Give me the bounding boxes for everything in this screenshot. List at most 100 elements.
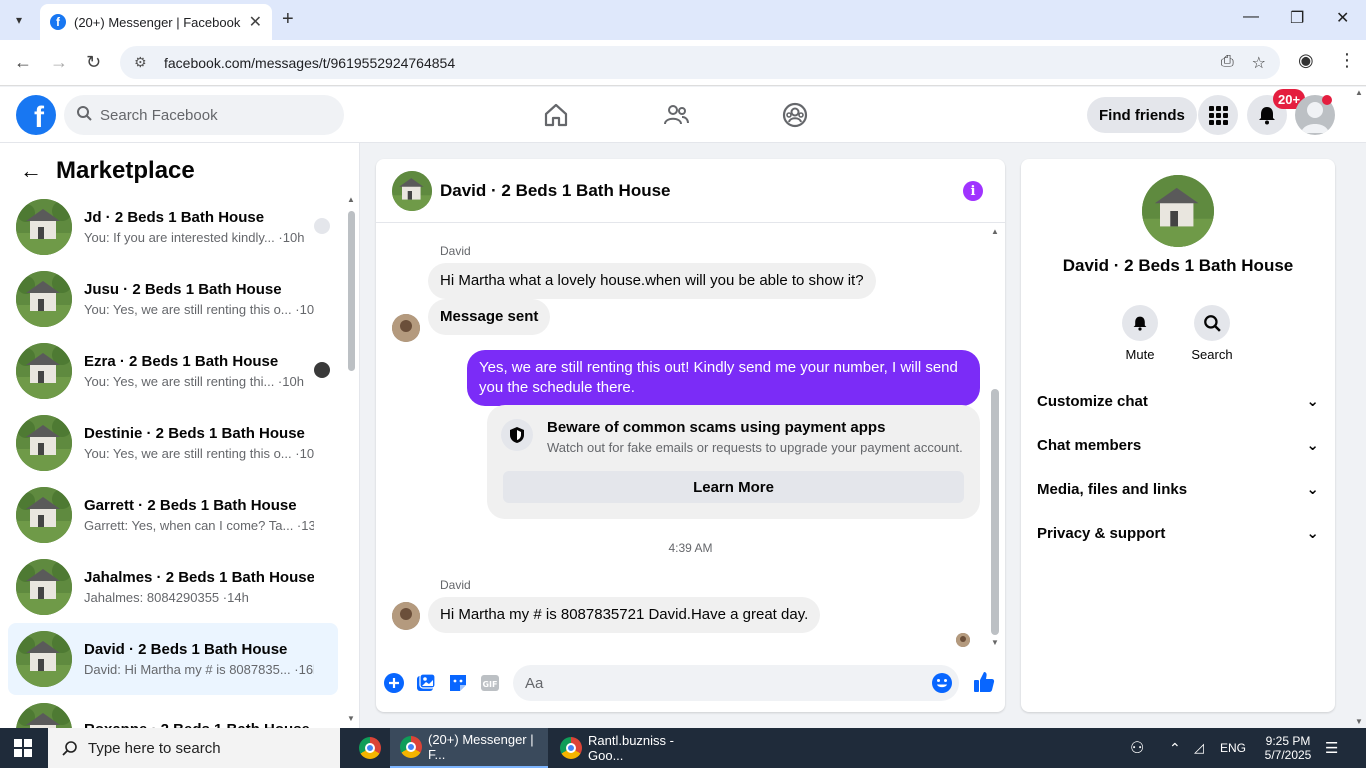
input-language[interactable]: ENG: [1220, 728, 1246, 768]
scroll-down-icon[interactable]: ▼: [346, 714, 356, 723]
install-app-icon[interactable]: ⎙: [1221, 53, 1234, 73]
media-files-links-section[interactable]: Media, files and links ⌄: [1037, 480, 1319, 499]
message-sender: David: [440, 578, 471, 592]
search-label: Search: [1191, 347, 1233, 362]
scroll-up-icon[interactable]: ▲: [346, 195, 356, 204]
groups-icon[interactable]: [781, 101, 809, 129]
maximize-icon[interactable]: ❐: [1290, 8, 1304, 28]
forward-icon[interactable]: →: [50, 52, 68, 73]
windows-start-icon[interactable]: [14, 739, 32, 757]
facebook-favicon-icon: f: [50, 14, 66, 30]
outgoing-message[interactable]: Yes, we are still renting this out! Kind…: [467, 350, 980, 406]
scroll-down-icon[interactable]: ▼: [1352, 717, 1366, 726]
conversation-name: David · 2 Beds 1 Bath House: [84, 641, 288, 658]
tab-search-icon[interactable]: ▾: [8, 9, 30, 31]
section-label: Media, files and links: [1037, 480, 1188, 498]
menu-kebab-icon[interactable]: ⋮: [1338, 50, 1356, 71]
conversation-text: Ezra · 2 Beds 1 Bath House You: Yes, we a…: [84, 353, 314, 389]
back-arrow-icon[interactable]: ←: [20, 158, 42, 184]
search-in-chat-button[interactable]: Search: [1182, 305, 1242, 362]
add-plus-icon[interactable]: [383, 672, 405, 694]
conversation-text: Jahalmes · 2 Beds 1 Bath House Jahalmes: …: [84, 569, 314, 605]
scam-warning-card: Beware of common scams using payment app…: [487, 405, 980, 519]
incoming-message[interactable]: Hi Martha what a lovely house.when will …: [428, 263, 876, 299]
network-icon[interactable]: ◿: [1194, 728, 1204, 768]
browser-tab-strip: ▾ f (20+) Messenger | Facebook ✕ + — ❐ ✕: [0, 0, 1366, 40]
taskbar-app-messenger[interactable]: (20+) Messenger | F...: [390, 728, 548, 768]
conversation-name: Jd · 2 Beds 1 Bath House: [84, 209, 265, 226]
chrome-taskbar-icon[interactable]: [352, 728, 388, 768]
find-friends-button[interactable]: Find friends: [1087, 97, 1197, 133]
windows-taskbar: Type here to search (20+) Messenger | F.…: [0, 728, 1366, 768]
message-input[interactable]: Aa: [513, 665, 959, 701]
sticker-icon[interactable]: [447, 672, 469, 694]
scroll-up-icon[interactable]: ▲: [989, 227, 1001, 236]
clock[interactable]: 9:25 PM 5/7/2025: [1256, 728, 1320, 768]
learn-more-button[interactable]: Learn More: [503, 471, 964, 503]
taskbar-search-input[interactable]: Type here to search: [48, 728, 340, 768]
facebook-search-input[interactable]: Search Facebook: [64, 95, 344, 135]
conversation-avatar: [16, 271, 72, 327]
privacy-support-section[interactable]: Privacy & support ⌄: [1037, 524, 1319, 543]
conversation-info-icon[interactable]: i: [963, 181, 983, 201]
site-info-icon[interactable]: ⚙: [134, 54, 150, 71]
conversation-item[interactable]: Jusu · 2 Beds 1 Bath House You: Yes, we a…: [8, 263, 338, 335]
thumbs-up-icon[interactable]: [972, 670, 996, 694]
sender-avatar[interactable]: [392, 602, 420, 630]
shield-icon: [501, 419, 533, 451]
mute-button[interactable]: Mute: [1110, 305, 1170, 362]
conversation-item[interactable]: David · 2 Beds 1 Bath House David: Hi Mar…: [8, 623, 338, 695]
scroll-up-icon[interactable]: ▲: [1352, 88, 1366, 97]
sidebar-scrollbar[interactable]: ▲ ▼: [346, 195, 356, 723]
conversation-item[interactable]: Destinie · 2 Beds 1 Bath House You: Yes, …: [8, 407, 338, 479]
conversation-item[interactable]: Garrett · 2 Beds 1 Bath House Garrett: Ye…: [8, 479, 338, 551]
sidebar-scroll-thumb[interactable]: [348, 211, 355, 371]
new-tab-icon[interactable]: +: [282, 8, 294, 31]
unread-dot: [1322, 95, 1332, 105]
close-window-icon[interactable]: ✕: [1336, 8, 1349, 28]
chat-scrollbar[interactable]: ▲ ▼: [989, 227, 1001, 647]
minimize-icon[interactable]: —: [1243, 8, 1259, 26]
home-icon[interactable]: [542, 101, 570, 129]
conversation-preview: Garrett: Yes, when can I come? Ta... ·13…: [84, 518, 314, 533]
conversation-item[interactable]: Ezra · 2 Beds 1 Bath House You: Yes, we a…: [8, 335, 338, 407]
incoming-message[interactable]: Hi Martha my # is 8087835721 David.Have …: [428, 597, 821, 633]
contact-avatar[interactable]: [1142, 175, 1214, 247]
chat-members-section[interactable]: Chat members ⌄: [1037, 436, 1319, 455]
sidebar-title: Marketplace: [56, 157, 195, 184]
taskbar-search-placeholder: Type here to search: [88, 739, 221, 757]
page-scrollbar[interactable]: ▲ ▼: [1352, 88, 1366, 728]
gif-icon[interactable]: GIF: [479, 672, 501, 694]
preview-time: 10h: [282, 374, 304, 389]
incoming-message[interactable]: Message sent: [428, 299, 551, 335]
conversation-item[interactable]: Jd · 2 Beds 1 Bath House You: If you are …: [8, 191, 338, 263]
scroll-down-icon[interactable]: ▼: [989, 638, 1001, 647]
menu-grid-icon[interactable]: [1198, 95, 1238, 135]
url-bar[interactable]: ⚙ facebook.com/messages/t/96195529247648…: [120, 46, 1280, 79]
close-tab-icon[interactable]: ✕: [249, 12, 262, 32]
back-icon[interactable]: ←: [14, 52, 32, 73]
photo-gallery-icon[interactable]: [415, 672, 437, 694]
chat-avatar[interactable]: [392, 170, 432, 211]
emoji-icon[interactable]: [931, 672, 953, 694]
reload-icon[interactable]: ↻: [86, 52, 101, 73]
browser-tab[interactable]: f (20+) Messenger | Facebook ✕: [40, 4, 272, 40]
friends-icon[interactable]: [662, 101, 690, 129]
profile-icon[interactable]: ◉: [1298, 50, 1314, 71]
bookmark-star-icon[interactable]: ☆: [1252, 53, 1266, 73]
taskbar-app-rantl[interactable]: Rantl.buzniss - Goo...: [550, 728, 706, 768]
conversation-item[interactable]: Jahalmes · 2 Beds 1 Bath House Jahalmes: …: [8, 551, 338, 623]
section-label: Customize chat: [1037, 392, 1148, 410]
warning-title: Beware of common scams using payment app…: [547, 419, 886, 436]
tray-chevron-up-icon[interactable]: ⌃: [1169, 728, 1181, 768]
chat-panel: David · 2 Beds 1 Bath House i David Hi M…: [376, 159, 1005, 712]
conversation-name: Garrett · 2 Beds 1 Bath House: [84, 497, 297, 514]
customize-chat-section[interactable]: Customize chat ⌄: [1037, 392, 1319, 411]
find-friends-label: Find friends: [1099, 106, 1185, 124]
notifications-center-icon[interactable]: ☰: [1325, 728, 1338, 768]
chat-scroll-thumb[interactable]: [991, 389, 999, 635]
sender-avatar[interactable]: [392, 314, 420, 342]
contact-name: David · 2 Beds 1 Bath House: [1062, 256, 1294, 275]
facebook-logo-icon[interactable]: f: [16, 95, 56, 135]
people-icon[interactable]: ⚇: [1130, 728, 1144, 768]
